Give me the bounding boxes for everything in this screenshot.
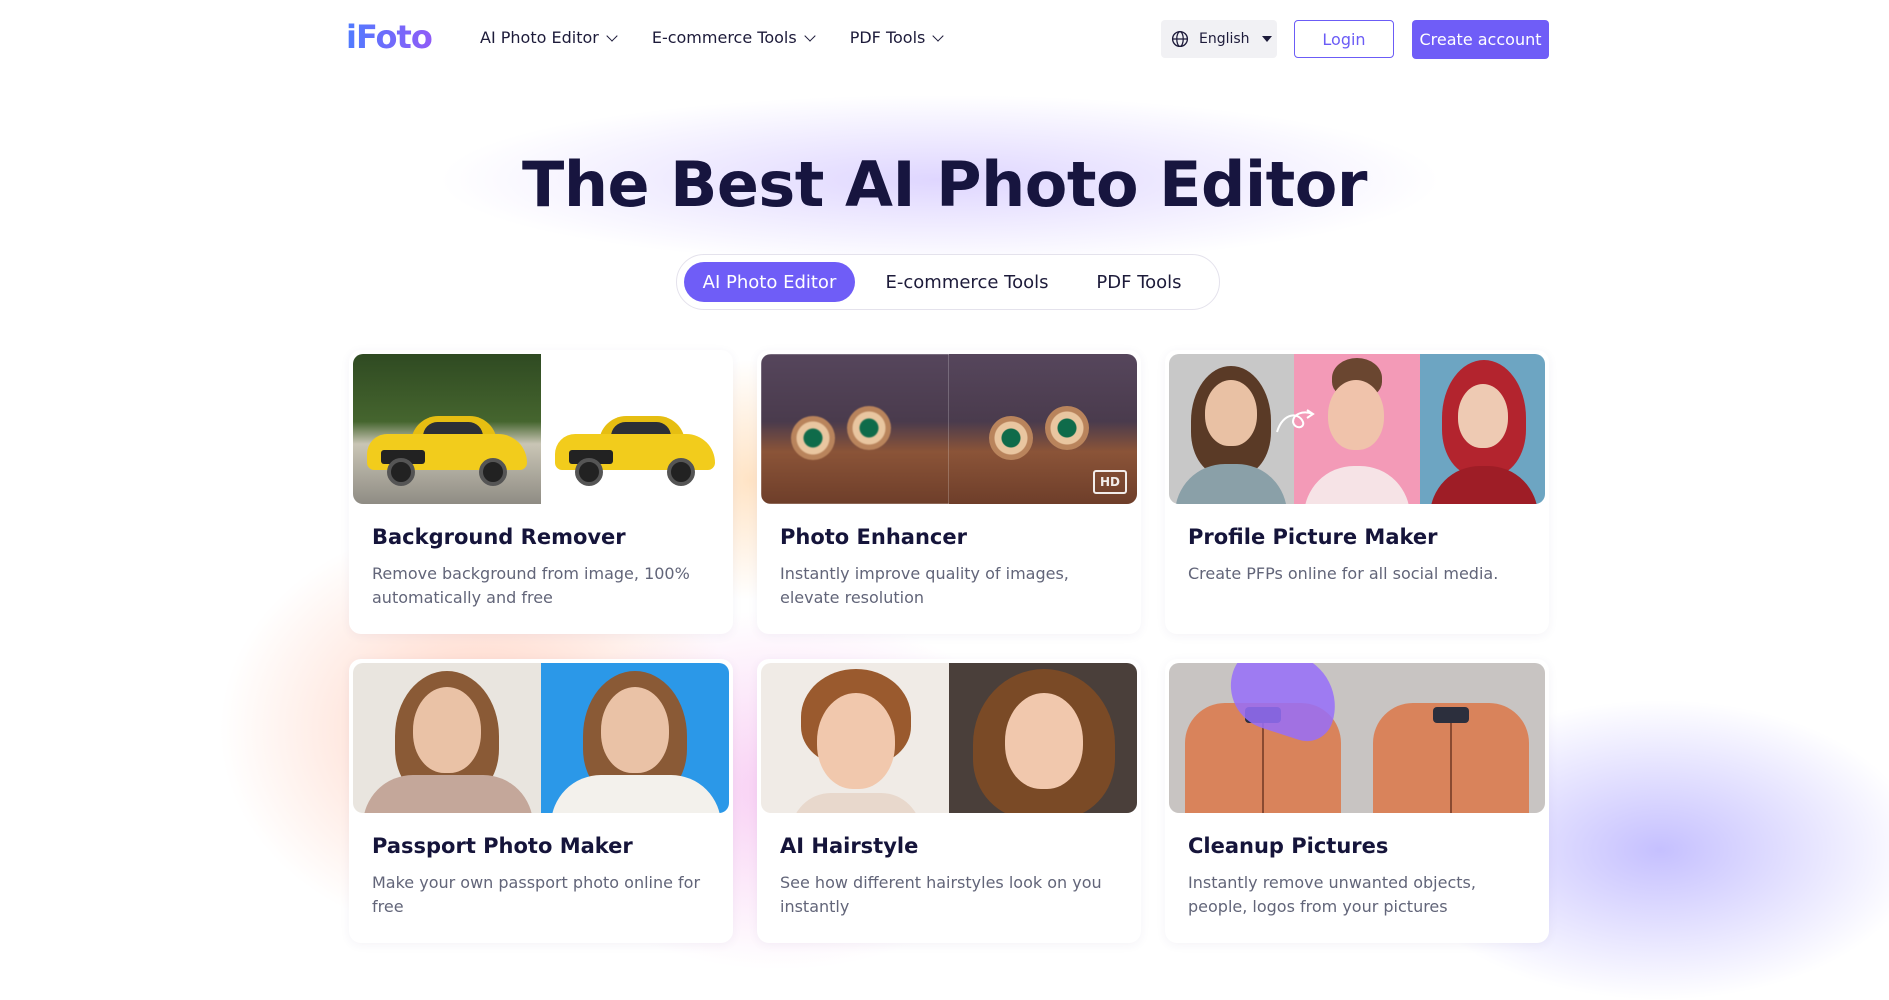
tool-image: HD [761,354,1137,504]
tool-card-profile-picture-maker[interactable]: Profile Picture Maker Create PFPs online… [1165,350,1549,634]
chevron-down-icon [804,29,816,42]
tool-title: Photo Enhancer [780,525,967,549]
create-account-button[interactable]: Create account [1412,20,1549,59]
main-nav: AI Photo Editor E-commerce Tools PDF Too… [480,28,978,47]
language-selector[interactable]: English [1161,20,1277,58]
tool-image [1169,354,1545,504]
language-label: English [1199,31,1250,47]
nav-item-label: PDF Tools [849,28,926,47]
caret-down-icon [1261,36,1272,42]
tool-title: Passport Photo Maker [372,834,633,858]
tab-ai-photo-editor[interactable]: AI Photo Editor [684,262,855,302]
tool-description: Make your own passport photo online for … [372,873,701,916]
logo[interactable]: iFoto [346,18,433,56]
tool-card-ai-hairstyle[interactable]: AI Hairstyle See how different hairstyle… [757,659,1141,943]
tool-title: Profile Picture Maker [1188,525,1438,549]
site-header: iFoto AI Photo Editor E-commerce Tools P… [0,0,1889,80]
nav-item-ecommerce-tools[interactable]: E-commerce Tools [651,28,816,47]
tool-title: Background Remover [372,525,626,549]
chevron-down-icon [606,29,618,42]
nav-item-pdf-tools[interactable]: PDF Tools [849,28,945,47]
tool-description: Instantly remove unwanted objects, peopl… [1188,873,1476,916]
tool-card-photo-enhancer[interactable]: HD Photo Enhancer Instantly improve qual… [757,350,1141,634]
tool-description: See how different hairstyles look on you… [780,873,1102,916]
globe-icon [1171,30,1189,48]
tool-description: Instantly improve quality of images, ele… [780,564,1069,607]
nav-item-label: AI Photo Editor [480,28,599,47]
tab-ecommerce-tools[interactable]: E-commerce Tools [871,262,1063,302]
tool-description: Remove background from image, 100% autom… [372,564,690,607]
tab-pdf-tools[interactable]: PDF Tools [1075,262,1203,302]
tool-image [353,354,729,504]
tool-description: Create PFPs online for all social media. [1188,564,1499,583]
tool-card-cleanup-pictures[interactable]: Cleanup Pictures Instantly remove unwant… [1165,659,1549,943]
tool-title: AI Hairstyle [780,834,919,858]
tool-image [353,663,729,813]
nav-item-ai-photo-editor[interactable]: AI Photo Editor [480,28,618,47]
page-title: The Best AI Photo Editor [522,148,1367,221]
nav-item-label: E-commerce Tools [651,28,797,47]
tool-image [761,663,1137,813]
hd-badge: HD [1093,470,1127,494]
login-button[interactable]: Login [1294,20,1394,58]
tool-category-tabs: AI Photo Editor E-commerce Tools PDF Too… [676,254,1220,310]
transform-arrow-icon [1276,409,1315,433]
tool-card-passport-photo-maker[interactable]: Passport Photo Maker Make your own passp… [349,659,733,943]
tool-card-background-remover[interactable]: Background Remover Remove background fro… [349,350,733,634]
tool-title: Cleanup Pictures [1188,834,1389,858]
chevron-down-icon [932,29,945,42]
tool-image [1169,663,1545,813]
